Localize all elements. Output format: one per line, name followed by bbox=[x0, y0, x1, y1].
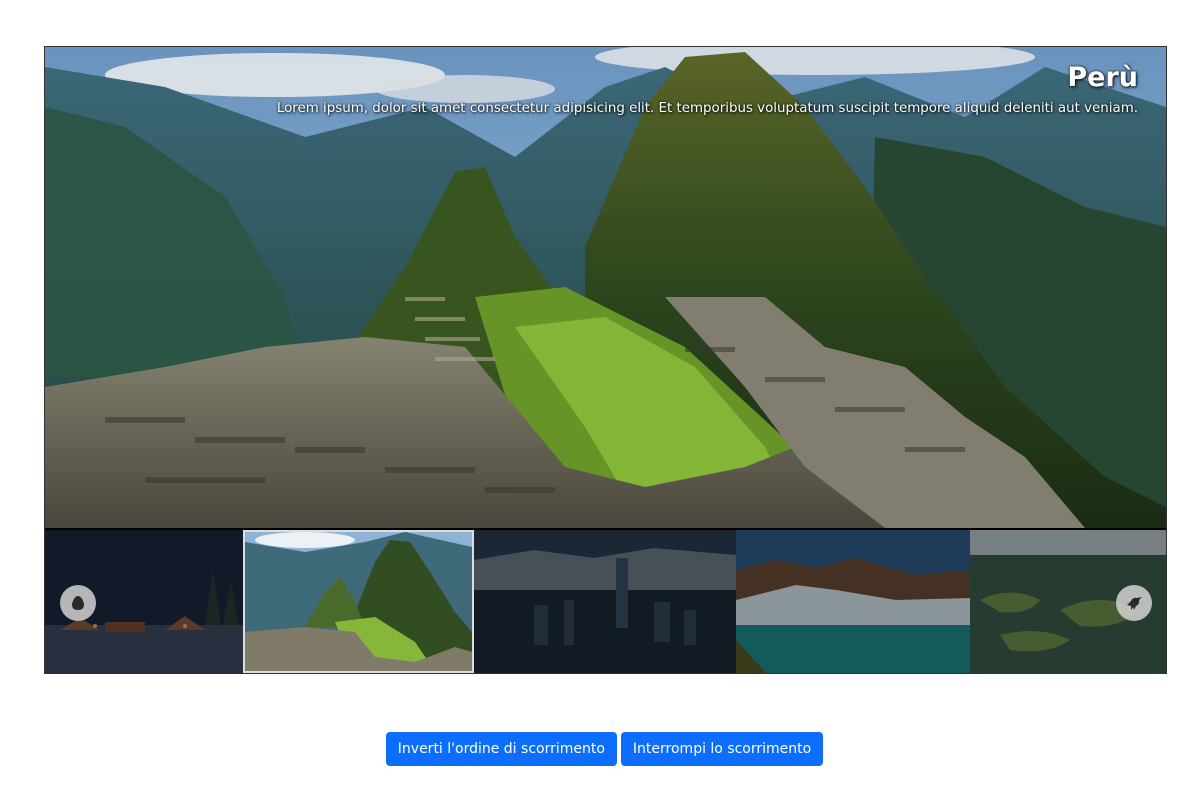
thumbnail-glacier[interactable] bbox=[736, 530, 970, 673]
controls: Inverti l'ordine di scorrimento Interrom… bbox=[0, 732, 1201, 766]
image-carousel: Perù Lorem ipsum, dolor sit amet consect… bbox=[44, 46, 1167, 674]
reverse-scroll-button[interactable]: Inverti l'ordine di scorrimento bbox=[385, 732, 617, 766]
thumbnail-strip bbox=[45, 530, 1166, 673]
crow-icon bbox=[1127, 597, 1142, 610]
slide-caption: Perù Lorem ipsum, dolor sit amet consect… bbox=[277, 61, 1138, 116]
thumbnail-city-skyline[interactable] bbox=[474, 530, 736, 673]
slide-description: Lorem ipsum, dolor sit amet consectetur … bbox=[276, 101, 1138, 116]
egg-icon bbox=[72, 596, 84, 610]
next-button[interactable] bbox=[1116, 585, 1152, 621]
thumbnail-machu-picchu[interactable] bbox=[243, 530, 474, 673]
stop-scroll-button[interactable]: Interrompi lo scorrimento bbox=[620, 732, 824, 766]
previous-button[interactable] bbox=[60, 585, 96, 621]
main-slide-image: Perù Lorem ipsum, dolor sit amet consect… bbox=[45, 47, 1166, 528]
slide-title: Perù bbox=[1067, 62, 1138, 93]
